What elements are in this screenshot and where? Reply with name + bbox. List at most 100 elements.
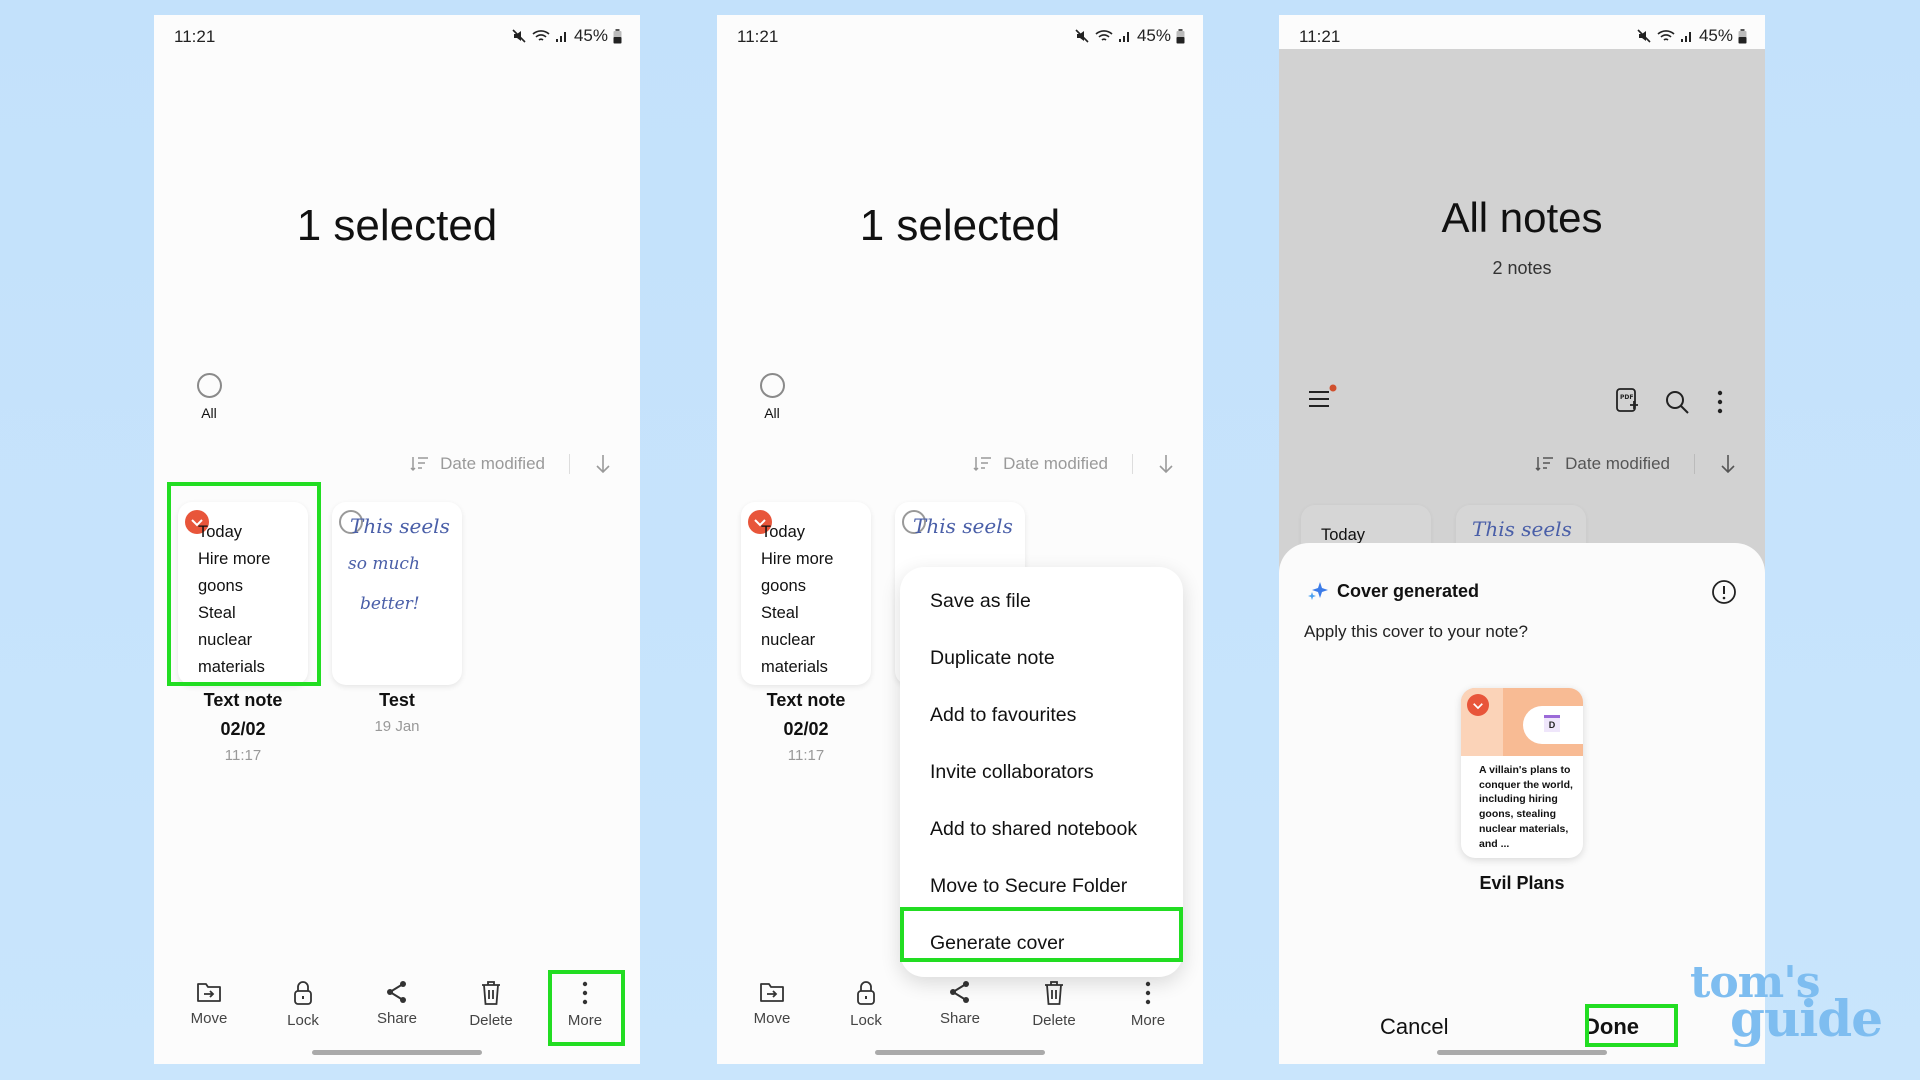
note-preview-text: Today Hire more goons Steal nuclear mate…	[761, 523, 834, 676]
note-title: Text note	[203, 690, 283, 710]
note-time: 11:17	[224, 747, 262, 764]
more-button[interactable]: More	[1104, 980, 1192, 1050]
home-indicator[interactable]	[875, 1050, 1045, 1055]
select-all-circle[interactable]	[196, 373, 222, 398]
done-button[interactable]: Done	[1584, 1014, 1639, 1040]
sort-icon[interactable]	[973, 455, 993, 473]
more-vertical-icon	[1145, 981, 1151, 1005]
pdf-import-icon[interactable]: PDF	[1615, 387, 1639, 415]
status-bar: 11:21 45%	[1279, 15, 1765, 49]
handwriting-line: better!	[360, 594, 420, 614]
calendar-badge-icon: D	[1544, 715, 1560, 732]
sort-direction-arrow-icon[interactable]	[1157, 454, 1175, 474]
cancel-button[interactable]: Cancel	[1380, 1014, 1448, 1040]
note-card-test[interactable]: This seels so much better!	[332, 502, 462, 685]
sort-label[interactable]: Date modified	[1003, 454, 1108, 474]
selection-title: 1 selected	[296, 201, 498, 250]
share-icon	[950, 981, 969, 1003]
home-indicator[interactable]	[312, 1050, 482, 1055]
phone-screen-2: 11:21 45% 1 selected All Date modified T…	[717, 15, 1203, 1064]
sort-bar: Date modified	[410, 454, 612, 474]
battery-percent: 45%	[1136, 26, 1171, 45]
bottom-action-bar: Move Lock Share Delete More	[154, 980, 640, 1050]
signal-icon	[1680, 32, 1691, 42]
mute-icon	[1637, 29, 1651, 43]
sort-bar: Date modified	[1535, 454, 1737, 474]
page-title: All notes	[1441, 194, 1603, 241]
toms-guide-logo: tom's guide	[1690, 957, 1883, 1048]
phone-screen-1: 11:21 45% 1 selected All Date modified T…	[154, 15, 640, 1064]
more-button[interactable]: More	[541, 980, 629, 1050]
note-card-text-note[interactable]: Today Hire more goons Steal nuclear mate…	[741, 502, 871, 685]
sort-divider	[1132, 454, 1133, 474]
sort-icon[interactable]	[1535, 455, 1555, 473]
menu-item-add-to-favourites[interactable]: Add to favourites	[930, 704, 1076, 727]
select-all-label: All	[764, 405, 780, 421]
home-indicator[interactable]	[1437, 1050, 1607, 1055]
handwriting-line: This seels	[350, 514, 450, 538]
ai-sparkle-icon	[1308, 582, 1328, 600]
menu-item-move-to-secure-folder[interactable]: Move to Secure Folder	[930, 875, 1127, 898]
wifi-icon	[1095, 30, 1113, 41]
move-button[interactable]: Move	[728, 980, 816, 1050]
info-alert-icon[interactable]	[1711, 579, 1737, 605]
sort-divider	[1694, 454, 1695, 474]
phone-screen-3: 11:21 45% All notes 2 notes PDF Date mod…	[1279, 15, 1765, 1064]
more-options-menu: Save as file Duplicate note Add to favou…	[900, 567, 1183, 977]
trash-icon	[1045, 981, 1063, 1005]
menu-item-duplicate-note[interactable]: Duplicate note	[930, 647, 1055, 670]
status-time: 11:21	[737, 27, 779, 46]
more-vertical-icon	[582, 981, 588, 1005]
move-button[interactable]: Move	[165, 980, 253, 1050]
cover-preview[interactable]: D A villain's plans to conquer the world…	[1461, 688, 1583, 858]
share-icon	[387, 981, 406, 1003]
menu-item-invite-collaborators[interactable]: Invite collaborators	[930, 761, 1094, 784]
sort-direction-arrow-icon[interactable]	[1719, 454, 1737, 474]
sort-label[interactable]: Date modified	[1565, 454, 1670, 474]
menu-item-add-to-shared-notebook[interactable]: Add to shared notebook	[930, 818, 1137, 841]
note-date: 02/02	[220, 719, 266, 739]
selection-title: 1 selected	[859, 201, 1061, 250]
lock-icon	[294, 981, 312, 1005]
share-button[interactable]: Share	[353, 980, 441, 1050]
trash-icon	[482, 981, 500, 1005]
menu-hamburger-icon[interactable]	[1307, 384, 1337, 412]
note-time: 11:17	[787, 747, 825, 764]
battery-percent: 45%	[573, 26, 608, 45]
sheet-title: Cover generated	[1337, 581, 1480, 601]
select-all-label: All	[201, 405, 217, 421]
lock-button[interactable]: Lock	[259, 980, 347, 1050]
menu-item-save-as-file[interactable]: Save as file	[930, 590, 1031, 613]
lock-button[interactable]: Lock	[822, 980, 910, 1050]
select-all-checkbox[interactable]: All	[184, 373, 234, 421]
status-bar: 11:21 45%	[154, 15, 640, 49]
lock-icon	[857, 981, 875, 1005]
wifi-icon	[532, 30, 550, 41]
note-card-text-note[interactable]: Today Hire more goons Steal nuclear mate…	[178, 502, 308, 685]
sort-divider	[569, 454, 570, 474]
bottom-action-bar: Move Lock Share Delete More	[717, 980, 1203, 1050]
move-folder-icon	[760, 983, 784, 1002]
search-icon[interactable]	[1664, 389, 1690, 415]
note-title: Text note	[766, 690, 846, 710]
battery-icon	[1738, 28, 1747, 43]
move-folder-icon	[197, 983, 221, 1002]
more-vertical-icon[interactable]	[1715, 389, 1725, 415]
cover-summary-text: A villain's plans to conquer the world, …	[1479, 764, 1573, 850]
delete-button[interactable]: Delete	[447, 980, 535, 1050]
menu-item-generate-cover[interactable]: Generate cover	[930, 932, 1064, 955]
mute-icon	[512, 29, 526, 43]
sort-label[interactable]: Date modified	[440, 454, 545, 474]
sort-icon[interactable]	[410, 455, 430, 473]
status-bar: 11:21 45%	[717, 15, 1203, 49]
battery-icon	[1176, 28, 1185, 43]
sort-direction-arrow-icon[interactable]	[594, 454, 612, 474]
delete-button[interactable]: Delete	[1010, 980, 1098, 1050]
select-all-checkbox[interactable]: All	[747, 373, 797, 421]
status-time: 11:21	[174, 27, 216, 46]
select-all-circle[interactable]	[759, 373, 785, 398]
battery-icon	[613, 28, 622, 43]
note-preview-text: Today Hire more goons Steal nuclear mate…	[198, 523, 271, 676]
share-button[interactable]: Share	[916, 980, 1004, 1050]
note-name: Evil Plans	[1479, 873, 1565, 893]
